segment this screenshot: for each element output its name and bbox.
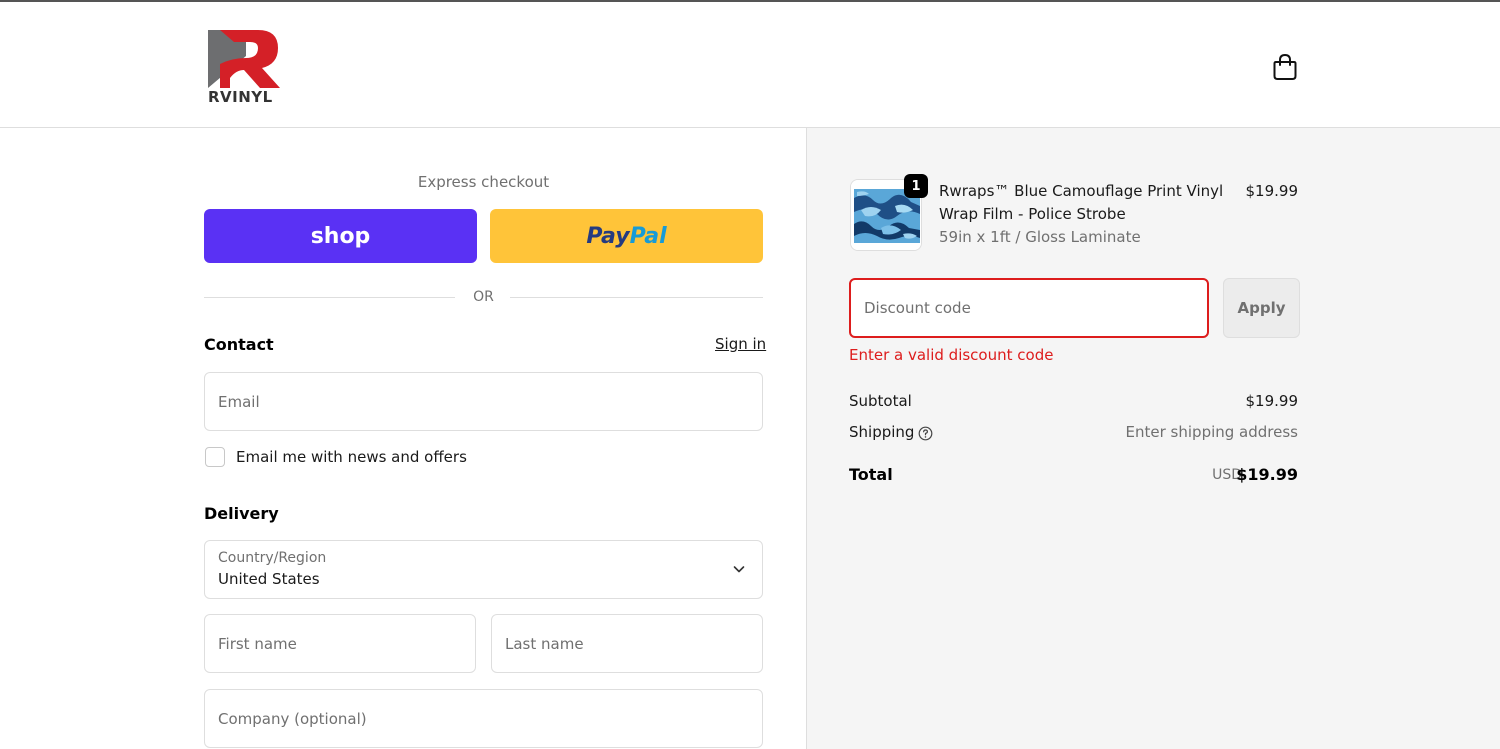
discount-code-input[interactable]: Discount code <box>849 278 1209 338</box>
shopping-bag-icon[interactable] <box>1272 53 1298 81</box>
newsletter-checkbox[interactable] <box>205 447 225 467</box>
or-divider: OR <box>204 288 763 308</box>
total-label: Total <box>849 465 893 484</box>
sign-in-link[interactable]: Sign in <box>715 335 766 353</box>
chevron-down-icon <box>733 566 745 573</box>
subtotal-value: $19.99 <box>1245 392 1299 410</box>
newsletter-label: Email me with news and offers <box>236 448 467 466</box>
product-price: $19.99 <box>1245 182 1299 200</box>
last-name-field[interactable]: Last name <box>491 614 763 673</box>
delivery-title: Delivery <box>204 504 279 523</box>
divider-line-right <box>510 297 763 298</box>
paypal-label-pay: Pay <box>586 223 630 249</box>
checkout-form-panel: Express checkout shop Pay Pal OR Contact … <box>0 128 806 749</box>
country-value: United States <box>218 570 320 588</box>
paypal-button[interactable]: Pay Pal <box>490 209 763 263</box>
last-name-placeholder: Last name <box>505 634 584 653</box>
help-circle-icon[interactable] <box>918 426 933 441</box>
shop-pay-button[interactable]: shop <box>204 209 477 263</box>
logo-wordmark: RVINYL <box>208 88 273 106</box>
country-label: Country/Region <box>218 550 327 566</box>
express-checkout-title: Express checkout <box>417 173 550 191</box>
first-name-field[interactable]: First name <box>204 614 476 673</box>
total-value: $19.99 <box>1236 465 1298 484</box>
company-placeholder: Company (optional) <box>218 709 367 728</box>
contact-title: Contact <box>204 335 274 354</box>
product-variant: 59in x 1ft / Gloss Laminate <box>939 228 1141 246</box>
email-placeholder: Email <box>218 392 260 411</box>
discount-placeholder: Discount code <box>864 299 971 317</box>
shipping-value: Enter shipping address <box>1125 423 1298 441</box>
shipping-label: Shipping <box>849 423 915 441</box>
site-header: RVINYL <box>0 2 1500 128</box>
subtotal-label: Subtotal <box>849 392 912 410</box>
paypal-label-pal: Pal <box>629 223 667 249</box>
apply-discount-button[interactable]: Apply <box>1223 278 1300 338</box>
order-summary-panel: 1 Rwraps™ Blue Camouflage Print Vinyl Wr… <box>806 128 1500 749</box>
first-name-placeholder: First name <box>218 634 297 653</box>
product-name: Rwraps™ Blue Camouflage Print Vinyl Wrap… <box>939 182 1224 223</box>
company-field[interactable]: Company (optional) <box>204 689 763 748</box>
discount-error-message: Enter a valid discount code <box>849 346 1054 364</box>
country-select[interactable]: Country/Region United States <box>204 540 763 599</box>
shop-pay-label: shop <box>310 223 371 249</box>
quantity-badge: 1 <box>904 174 928 198</box>
email-field[interactable]: Email <box>204 372 763 431</box>
